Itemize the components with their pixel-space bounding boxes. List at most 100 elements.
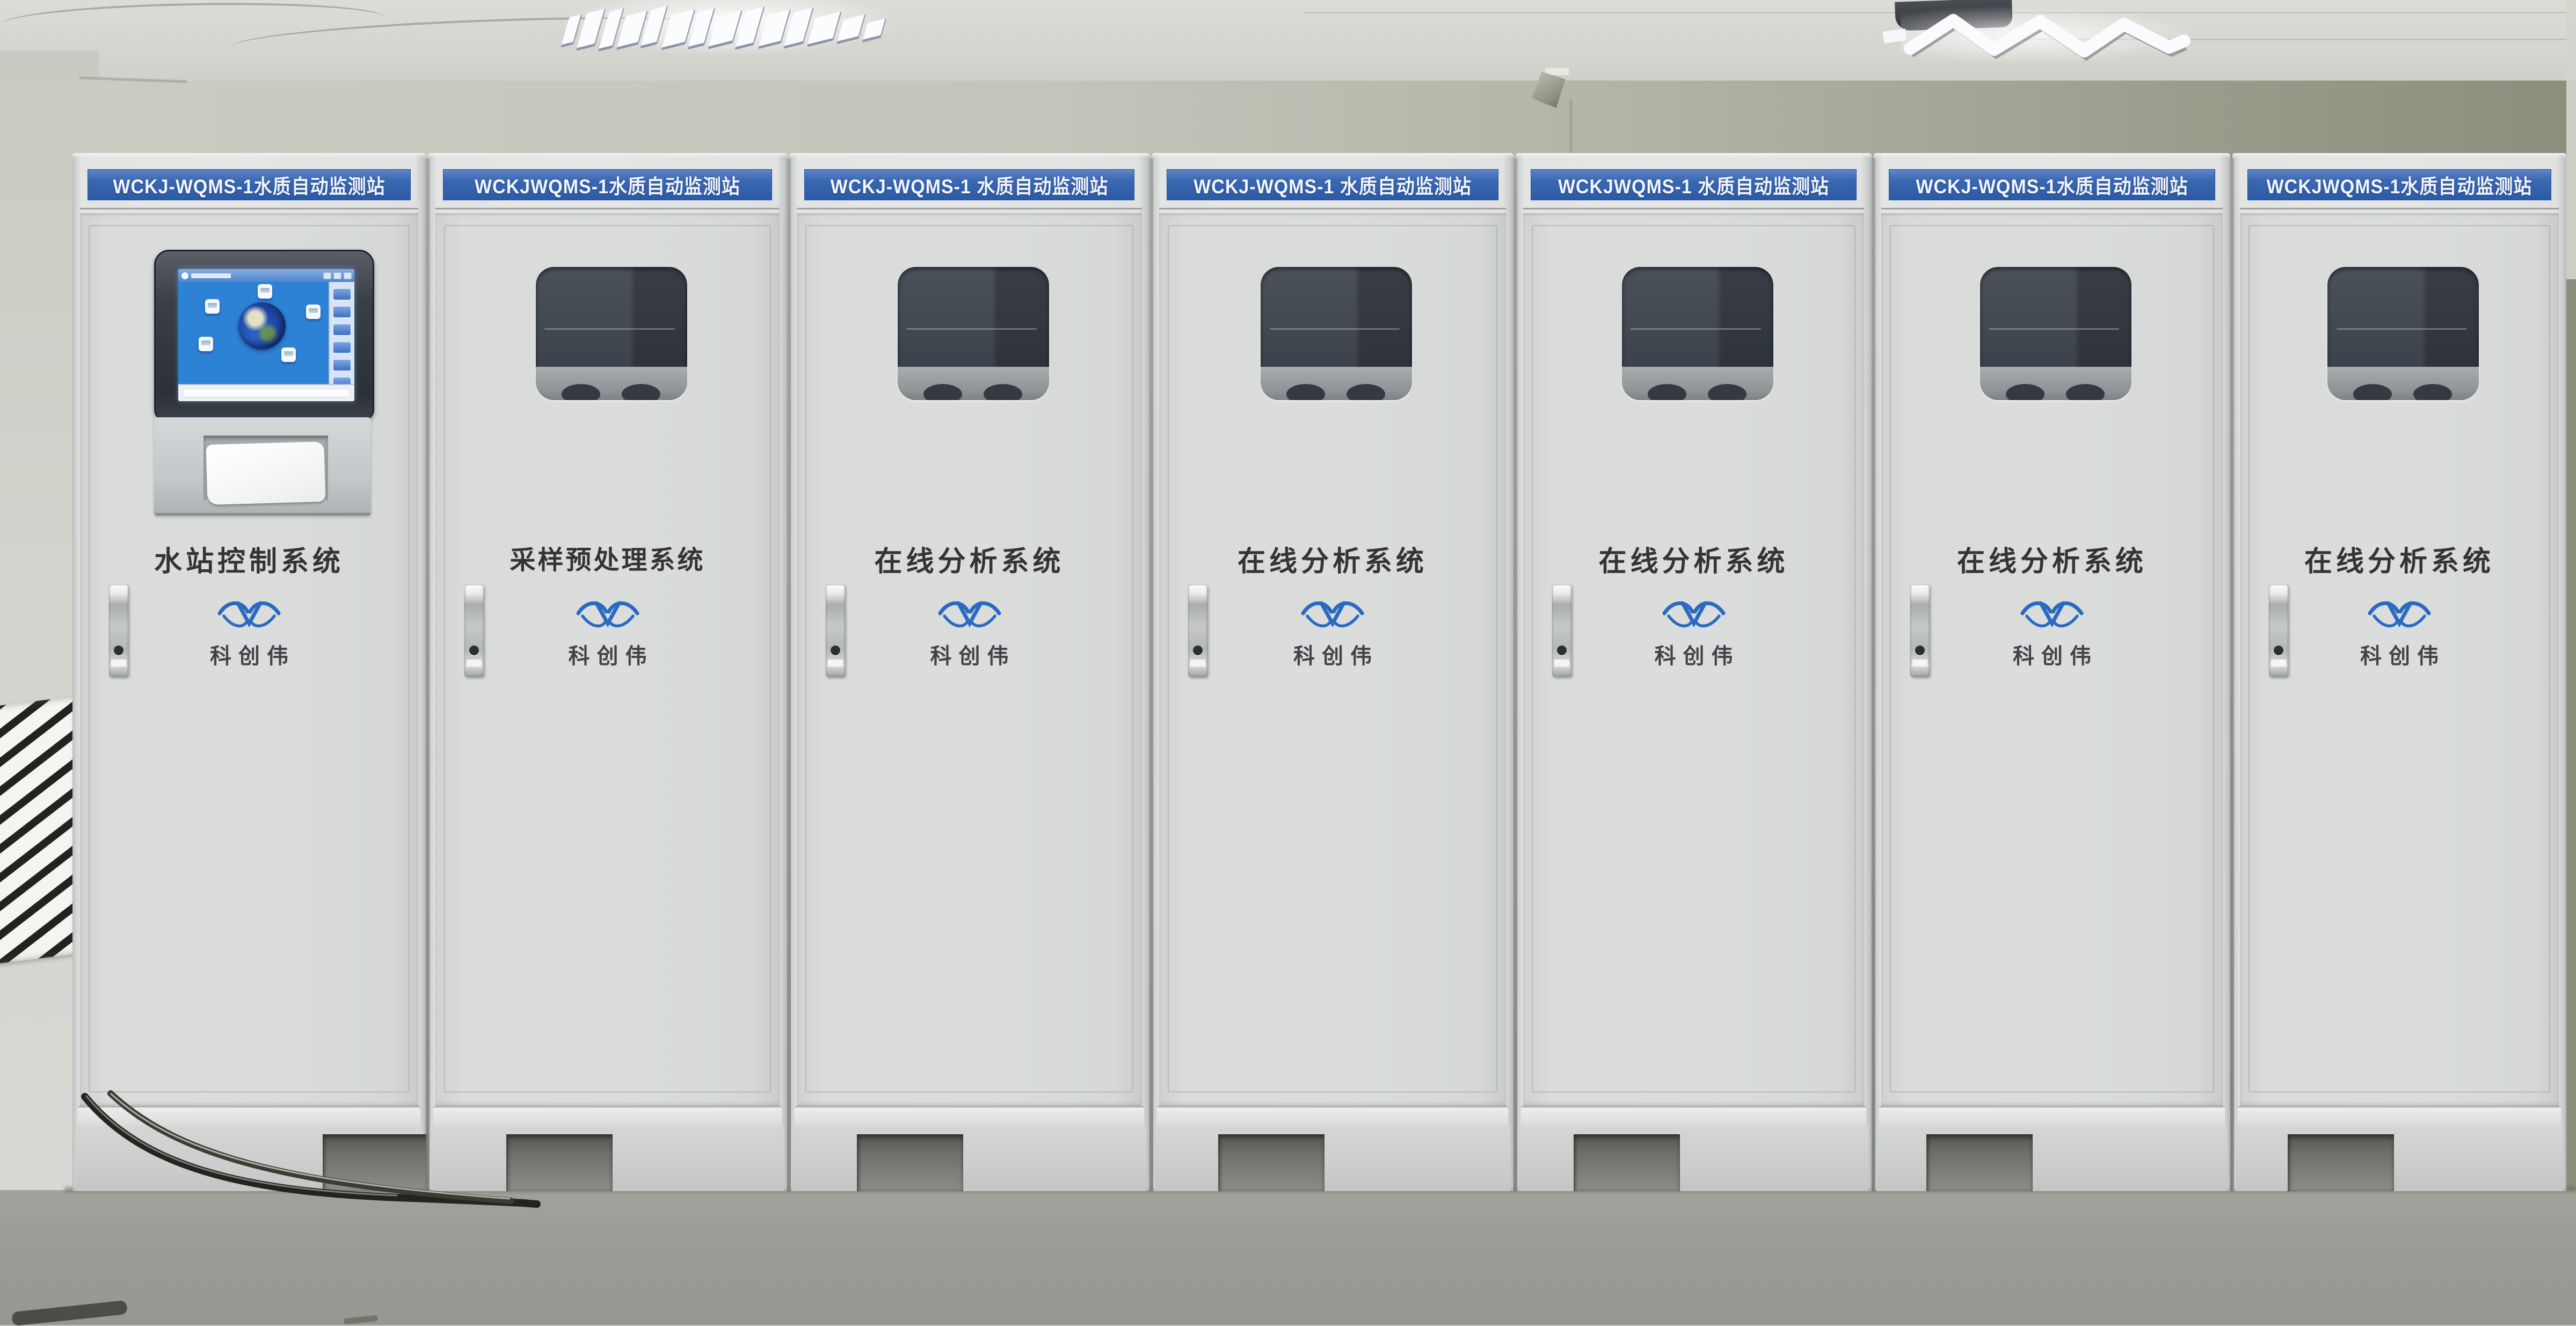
- cabinet-plinth: [2236, 1126, 2563, 1191]
- scada-map-area: [178, 282, 330, 385]
- door-handle: [1910, 584, 1930, 677]
- handle-notch: [467, 660, 482, 666]
- app-logo-icon: [181, 272, 188, 279]
- door-handle: [1552, 584, 1571, 677]
- glass-reflection: [906, 328, 1037, 330]
- handle-notch: [111, 660, 126, 666]
- handle-notch: [1554, 660, 1569, 666]
- instrument-shape: [2066, 384, 2105, 400]
- cabinet-plinth: [76, 1126, 423, 1191]
- printer-unit: [154, 417, 371, 516]
- door-handle: [2269, 584, 2288, 677]
- brand-name: 科创伟: [435, 639, 780, 670]
- light-baffle-shape: [862, 18, 886, 43]
- menu-button: [333, 342, 351, 353]
- cabinet-header-banner: WCKJWQMS-1水质自动监测站: [2247, 169, 2551, 200]
- cabinet-bottom-rail: [1521, 1106, 1866, 1127]
- cabinet-header-text: WCKJWQMS-1水质自动监测站: [475, 171, 740, 199]
- cabinet-header-text: WCKJWQMS-1 水质自动监测站: [1558, 171, 1829, 199]
- cabinet-gap: [2230, 158, 2234, 1191]
- kechuangwei-w-logo-icon: [574, 596, 641, 631]
- plinth-vent: [1926, 1134, 2033, 1191]
- floor: [0, 1190, 2576, 1325]
- glass-reflection: [1270, 328, 1400, 330]
- plinth-vent: [506, 1134, 613, 1191]
- maximize-icon: [333, 272, 341, 279]
- earth-globe-icon: [238, 302, 286, 350]
- menu-button: [333, 307, 351, 317]
- door-handle: [1188, 584, 1207, 677]
- monitoring-cabinet: WCKJ-WQMS-1水质自动监测站 在线分析系统: [1874, 153, 2230, 1191]
- keyhole-icon: [831, 646, 840, 655]
- cabinet-door-label: 水站控制系统: [80, 539, 418, 579]
- handle-notch: [2271, 660, 2286, 666]
- keyhole-icon: [2274, 646, 2283, 655]
- light-baffle-shape: [836, 15, 866, 45]
- cabinet-header-text: WCKJ-WQMS-1水质自动监测站: [1916, 171, 2188, 199]
- cabinet-header-banner: WCKJ-WQMS-1 水质自动监测站: [1167, 169, 1498, 200]
- cabinet-door-label: 在线分析系统: [797, 539, 1142, 579]
- cabinet-bottom-rail: [78, 1106, 420, 1127]
- minimize-icon: [323, 272, 331, 279]
- cabinet-header-banner: WCKJ-WQMS-1水质自动监测站: [88, 169, 411, 200]
- instrument-silhouette: [1980, 367, 2131, 400]
- cabinet-door: 在线分析系统 科创伟: [2240, 213, 2559, 1106]
- kechuangwei-w-logo-icon: [1661, 596, 1727, 631]
- cabinet-door: 在线分析系统 科创伟: [1881, 213, 2223, 1106]
- kechuangwei-w-logo-icon: [2019, 596, 2085, 631]
- kechuangwei-w-logo-icon: [216, 596, 282, 631]
- scada-statusbar: [178, 384, 354, 401]
- cabinet-door-label: 采样预处理系统: [435, 539, 780, 576]
- cabinet-header-banner: WCKJWQMS-1水质自动监测站: [443, 169, 772, 200]
- cabinet-gap: [787, 158, 791, 1191]
- instrument-shape: [2413, 384, 2452, 400]
- instrument-shape: [2353, 384, 2392, 400]
- hmi-monitor: [154, 250, 374, 421]
- glass-reflection: [1631, 328, 1761, 330]
- cabinet-door: 采样预处理系统 科创伟: [435, 213, 780, 1106]
- cabinet-door-label: 在线分析系统: [1881, 539, 2223, 579]
- cabinet-door: 在线分析系统 科创伟: [1159, 213, 1506, 1106]
- cabinet-door: 水站控制系统 科创伟: [80, 213, 418, 1106]
- instrument-shape: [1286, 384, 1325, 400]
- door-handle: [826, 584, 845, 677]
- monitoring-cabinet: WCKJWQMS-1水质自动监测站 采样预处理系统: [428, 153, 787, 1191]
- printer-slot: [203, 436, 328, 501]
- viewing-window: [2327, 267, 2479, 400]
- instrument-silhouette: [536, 367, 687, 400]
- plinth-vent: [1218, 1134, 1325, 1191]
- instrument-silhouette: [898, 367, 1049, 400]
- viewing-window: [1261, 267, 1412, 400]
- close-icon: [344, 272, 352, 279]
- glass-reflection: [1989, 328, 2120, 330]
- instrument-silhouette: [2327, 367, 2479, 400]
- brand-name: 科创伟: [1881, 639, 2223, 670]
- instrument-silhouette: [1261, 367, 1412, 400]
- cabinet-gap: [1149, 158, 1153, 1191]
- keyhole-icon: [114, 646, 123, 655]
- glass-reflection: [2337, 328, 2467, 330]
- monitoring-cabinet: WCKJ-WQMS-1水质自动监测站: [72, 153, 426, 1191]
- menu-button: [333, 360, 351, 371]
- cabinet-header-banner: WCKJ-WQMS-1 水质自动监测站: [804, 169, 1134, 200]
- viewing-window: [1622, 267, 1773, 400]
- cabinet-header-banner: WCKJ-WQMS-1水质自动监测站: [1889, 169, 2215, 200]
- handle-notch: [828, 660, 843, 666]
- brand-name: 科创伟: [797, 639, 1142, 670]
- plinth-vent: [2288, 1134, 2394, 1191]
- handle-notch: [1190, 660, 1205, 666]
- kechuangwei-w-logo-icon: [1299, 596, 1366, 631]
- app-title-text: [191, 273, 231, 278]
- status-field: [183, 389, 350, 397]
- ceiling-light: [565, 2, 892, 55]
- ceiling-seam: [0, 0, 387, 25]
- scada-titlebar: [178, 269, 354, 282]
- monitoring-cabinet: WCKJ-WQMS-1 水质自动监测站 在线分析系统: [789, 153, 1149, 1191]
- cabinet-gap: [1872, 158, 1875, 1191]
- cabinet-gap: [1513, 158, 1517, 1191]
- plinth-vent: [323, 1134, 429, 1191]
- station-node-icon: [199, 337, 213, 351]
- keyhole-icon: [1193, 646, 1203, 655]
- equipment-room-photo: { "scene": { "station_model": "WCKJ-WQMS…: [0, 0, 2576, 1325]
- cabinet-plinth: [1877, 1126, 2227, 1191]
